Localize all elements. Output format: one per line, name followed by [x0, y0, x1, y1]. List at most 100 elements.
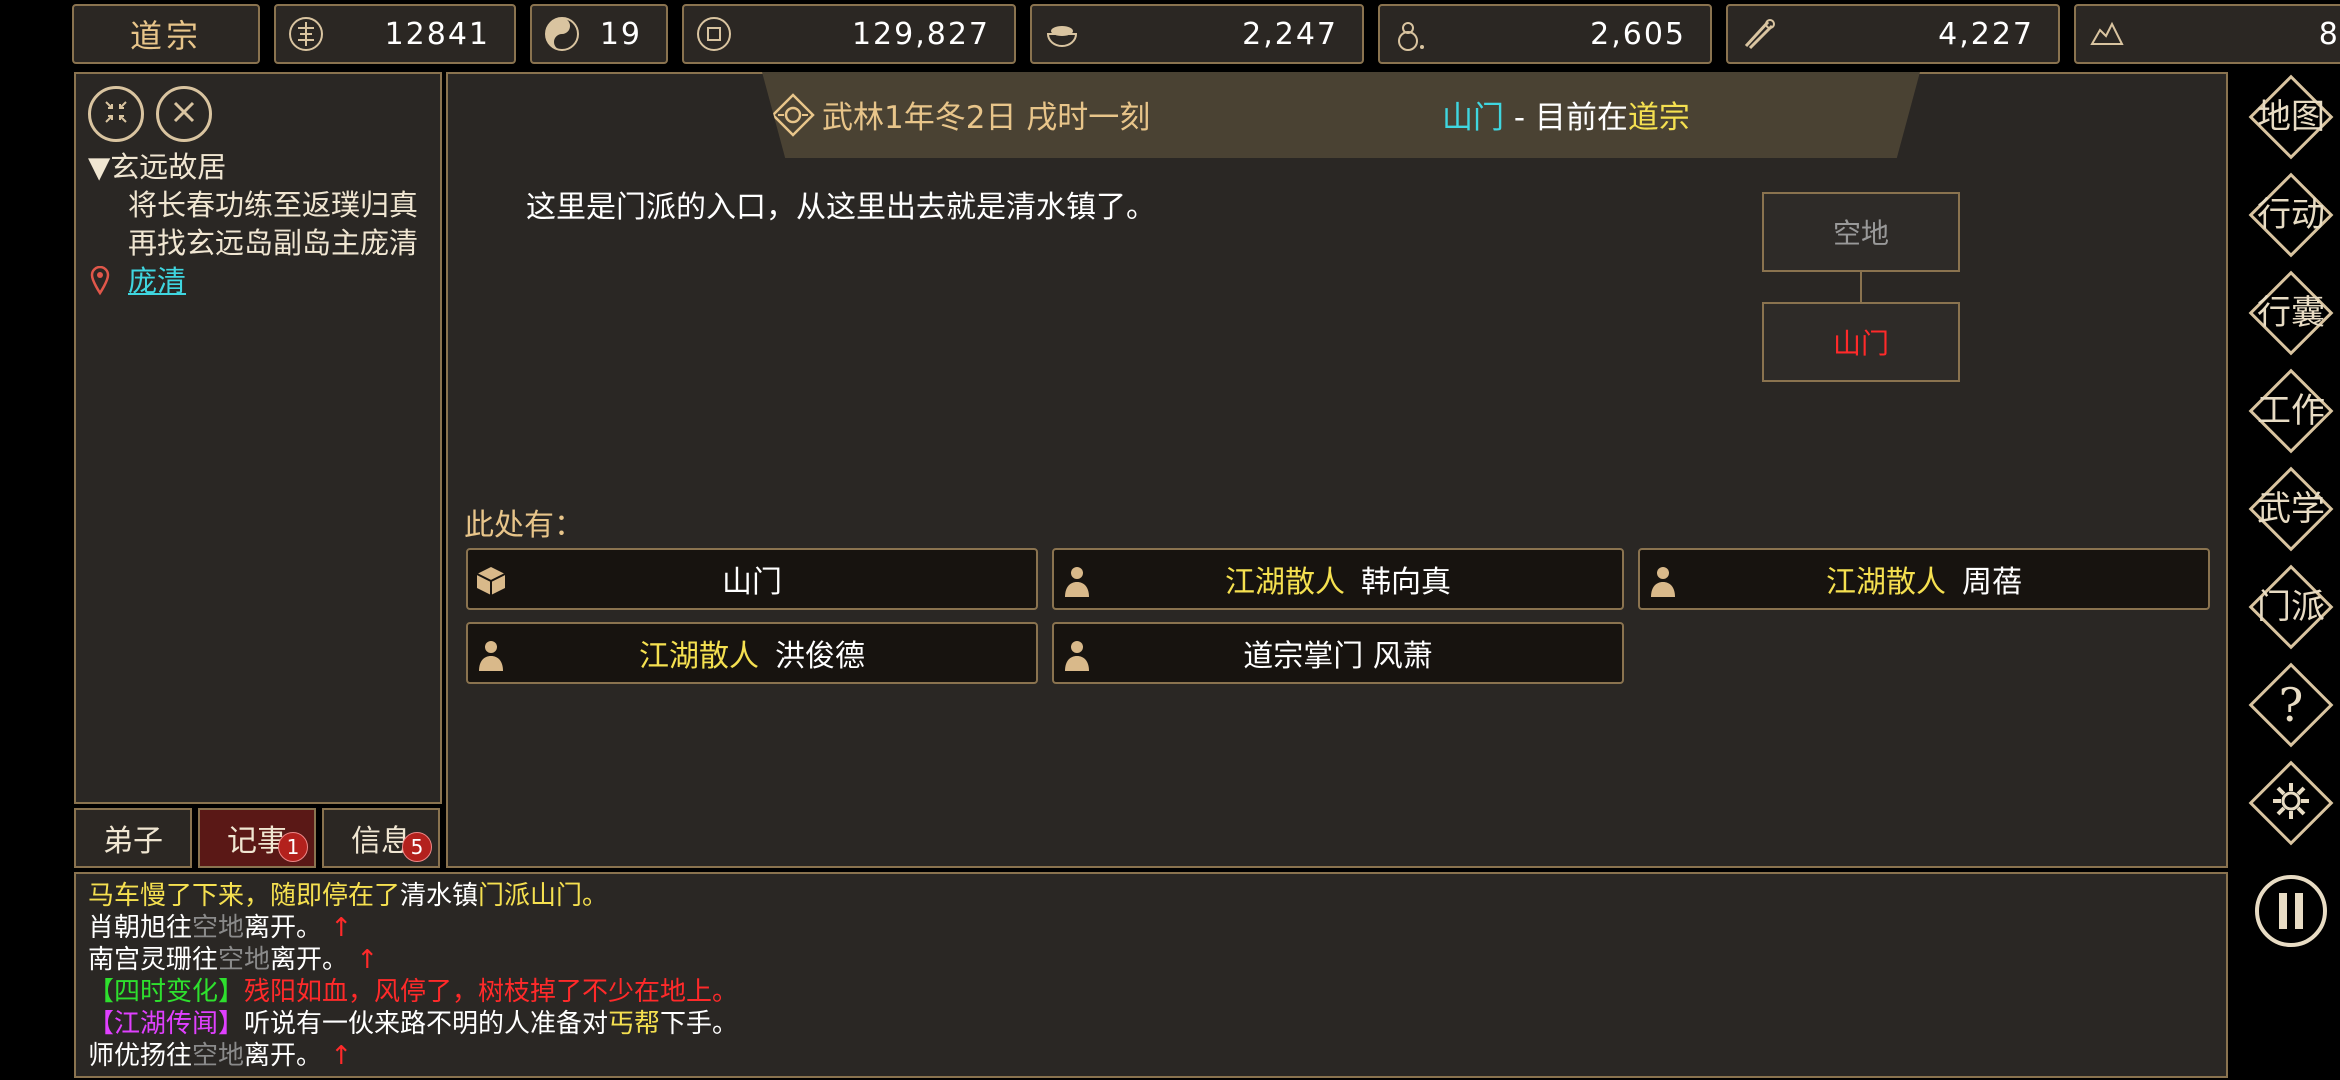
quest-step-2: 再找玄远岛副岛主庞清 — [128, 226, 419, 260]
gourd-icon — [1388, 12, 1432, 56]
stat-gourd[interactable]: 2,605 — [1378, 4, 1712, 64]
left-tabs: 弟子 记事 1 信息 5 — [74, 808, 444, 868]
menu-help[interactable]: ? — [2248, 662, 2334, 748]
menu-martial-arts-label: 武学 — [2257, 489, 2325, 529]
minimap-current-label: 山门 — [1832, 327, 1889, 360]
stat-coin[interactable]: 129,827 — [682, 4, 1016, 64]
tab-messages[interactable]: 信息 5 — [322, 808, 440, 868]
menu-map[interactable]: 地图 — [2248, 74, 2334, 160]
person-icon — [1060, 638, 1094, 672]
entity-label: 道宗掌门 风萧 — [1243, 639, 1433, 674]
minimap-current-node[interactable]: 山门 — [1762, 302, 1960, 382]
sect-name-badge[interactable]: 道宗 — [72, 4, 260, 64]
tab-disciples[interactable]: 弟子 — [74, 808, 192, 868]
log-line: 【四时变化】残阳如血，风停了，树枝掉了不少在地上。 — [88, 977, 739, 1007]
log-line: 南宫灵珊往空地离开。 ↑ — [88, 945, 379, 975]
location-name: 山门 — [1442, 100, 1504, 136]
menu-action[interactable]: 行动 — [2248, 172, 2334, 258]
ore-value: 899 — [2318, 16, 2340, 52]
help-icon: ? — [2278, 678, 2304, 732]
entity-label: 江湖散人 周蓓 — [1826, 565, 2022, 600]
sect-name: 道宗 — [129, 17, 202, 55]
person-icon — [474, 638, 508, 672]
box-icon — [474, 564, 508, 598]
menu-settings[interactable] — [2248, 760, 2334, 846]
log-line: 马车慢了下来，随即停在了清水镇门派山门。 — [88, 881, 609, 911]
current-location: 山门 - 目前在道宗 — [1442, 92, 1690, 137]
entity-button-han-xiangzhen[interactable]: 江湖散人 韩向真 — [1052, 548, 1624, 610]
minimap-north-label: 空地 — [1832, 217, 1889, 250]
entity-button-gate[interactable]: 山门 — [466, 548, 1038, 610]
log-line: 【江湖传闻】听说有一伙来路不明的人准备对丐帮下手。 — [88, 1009, 739, 1039]
person-icon — [1646, 564, 1680, 598]
quest-title[interactable]: ▼玄远故居 — [88, 148, 438, 186]
stat-taiji[interactable]: 19 — [530, 4, 668, 64]
entity-button-sect-master[interactable]: 道宗掌门 风萧 — [1052, 622, 1624, 684]
tab-messages-label: 信息 — [351, 824, 411, 859]
gourd-value: 2,605 — [1590, 16, 1686, 52]
menu-map-label: 地图 — [2257, 97, 2325, 137]
stat-food[interactable]: 2,247 — [1030, 4, 1364, 64]
event-log[interactable]: 马车慢了下来，随即停在了清水镇门派山门。 肖朝旭往空地离开。 ↑ 南宫灵珊往空地… — [74, 872, 2228, 1078]
log-line: 师优扬往空地离开。 ↑ — [88, 1041, 353, 1071]
here-label: 此处有： — [464, 508, 584, 543]
menu-work[interactable]: 工作 — [2248, 368, 2334, 454]
scene-description: 这里是门派的入口，从这里出去就是清水镇了。 — [526, 190, 1156, 225]
messages-count-badge: 5 — [402, 832, 432, 862]
menu-martial-arts[interactable]: 武学 — [2248, 466, 2334, 552]
reputation-icon — [284, 12, 328, 56]
tab-disciples-label: 弟子 — [103, 824, 163, 859]
collapse-button[interactable] — [88, 86, 144, 142]
menu-sect-label: 门派 — [2257, 587, 2325, 627]
person-icon — [1060, 564, 1094, 598]
coin-value: 129,827 — [851, 16, 990, 52]
entity-label: 山门 — [722, 565, 782, 600]
stat-reputation[interactable]: 12841 — [274, 4, 516, 64]
entity-button-hong-junde[interactable]: 江湖散人 洪俊德 — [466, 622, 1038, 684]
lumber-icon — [1736, 12, 1780, 56]
entity-label: 江湖散人 洪俊德 — [639, 639, 865, 674]
tab-journal-label: 记事 — [227, 824, 287, 859]
location-prefix: 目前在 — [1534, 100, 1628, 136]
quest-target-link[interactable]: 庞清 — [88, 264, 186, 298]
arrow-up-icon: ↑ — [356, 945, 379, 975]
log-line: 肖朝旭往空地离开。 ↑ — [88, 913, 353, 943]
minimap-north-node[interactable]: 空地 — [1762, 192, 1960, 272]
ore-icon — [2084, 12, 2128, 56]
entity-button-zhou-bei[interactable]: 江湖散人 周蓓 — [1638, 548, 2210, 610]
quest-panel: ▼玄远故居 将长春功练至返璞归真 再找玄远岛副岛主庞清 庞清 — [74, 72, 442, 804]
quest-tracker: ▼玄远故居 将长春功练至返璞归真 再找玄远岛副岛主庞清 庞清 — [88, 148, 438, 300]
quest-step-1: 将长春功练至返璞归真 — [128, 188, 419, 222]
taiji-value: 19 — [599, 16, 642, 52]
journal-count-badge: 1 — [278, 832, 308, 862]
game-time: 武林1年冬2日 戌时一刻 — [822, 100, 1151, 136]
stat-lumber[interactable]: 4,227 — [1726, 4, 2060, 64]
menu-action-label: 行动 — [2257, 195, 2325, 235]
location-separator: - — [1504, 100, 1535, 136]
tab-journal[interactable]: 记事 1 — [198, 808, 316, 868]
resource-bar: 道宗 12841 19 129,827 2,247 2,605 4,227 89… — [72, 4, 2340, 66]
taiji-icon — [540, 12, 584, 56]
menu-sect[interactable]: 门派 — [2248, 564, 2334, 650]
pause-icon — [2253, 873, 2329, 953]
reputation-value: 12841 — [384, 16, 490, 52]
close-icon — [168, 96, 200, 132]
menu-inventory[interactable]: 行囊 — [2248, 270, 2334, 356]
location-banner: 武林1年冬2日 戌时一刻 山门 - 目前在道宗 — [762, 72, 1920, 158]
stat-ore[interactable]: 899 — [2074, 4, 2340, 64]
collapse-icon — [100, 96, 132, 132]
coin-icon — [692, 12, 736, 56]
arrow-up-icon: ↑ — [330, 1041, 353, 1071]
entity-label: 江湖散人 韩向真 — [1225, 565, 1451, 600]
food-bowl-icon — [1040, 12, 1084, 56]
lumber-value: 4,227 — [1938, 16, 2034, 52]
gear-icon — [2269, 779, 2313, 827]
arrow-up-icon: ↑ — [330, 913, 353, 943]
close-quest-button[interactable] — [156, 86, 212, 142]
menu-inventory-label: 行囊 — [2257, 293, 2325, 333]
location-sect: 道宗 — [1627, 100, 1690, 136]
main-menu: 地图 行动 行囊 工作 武学 门派 ? — [2232, 70, 2340, 1080]
minimap-connector — [1860, 272, 1862, 302]
menu-pause[interactable] — [2248, 870, 2334, 956]
food-value: 2,247 — [1242, 16, 1338, 52]
